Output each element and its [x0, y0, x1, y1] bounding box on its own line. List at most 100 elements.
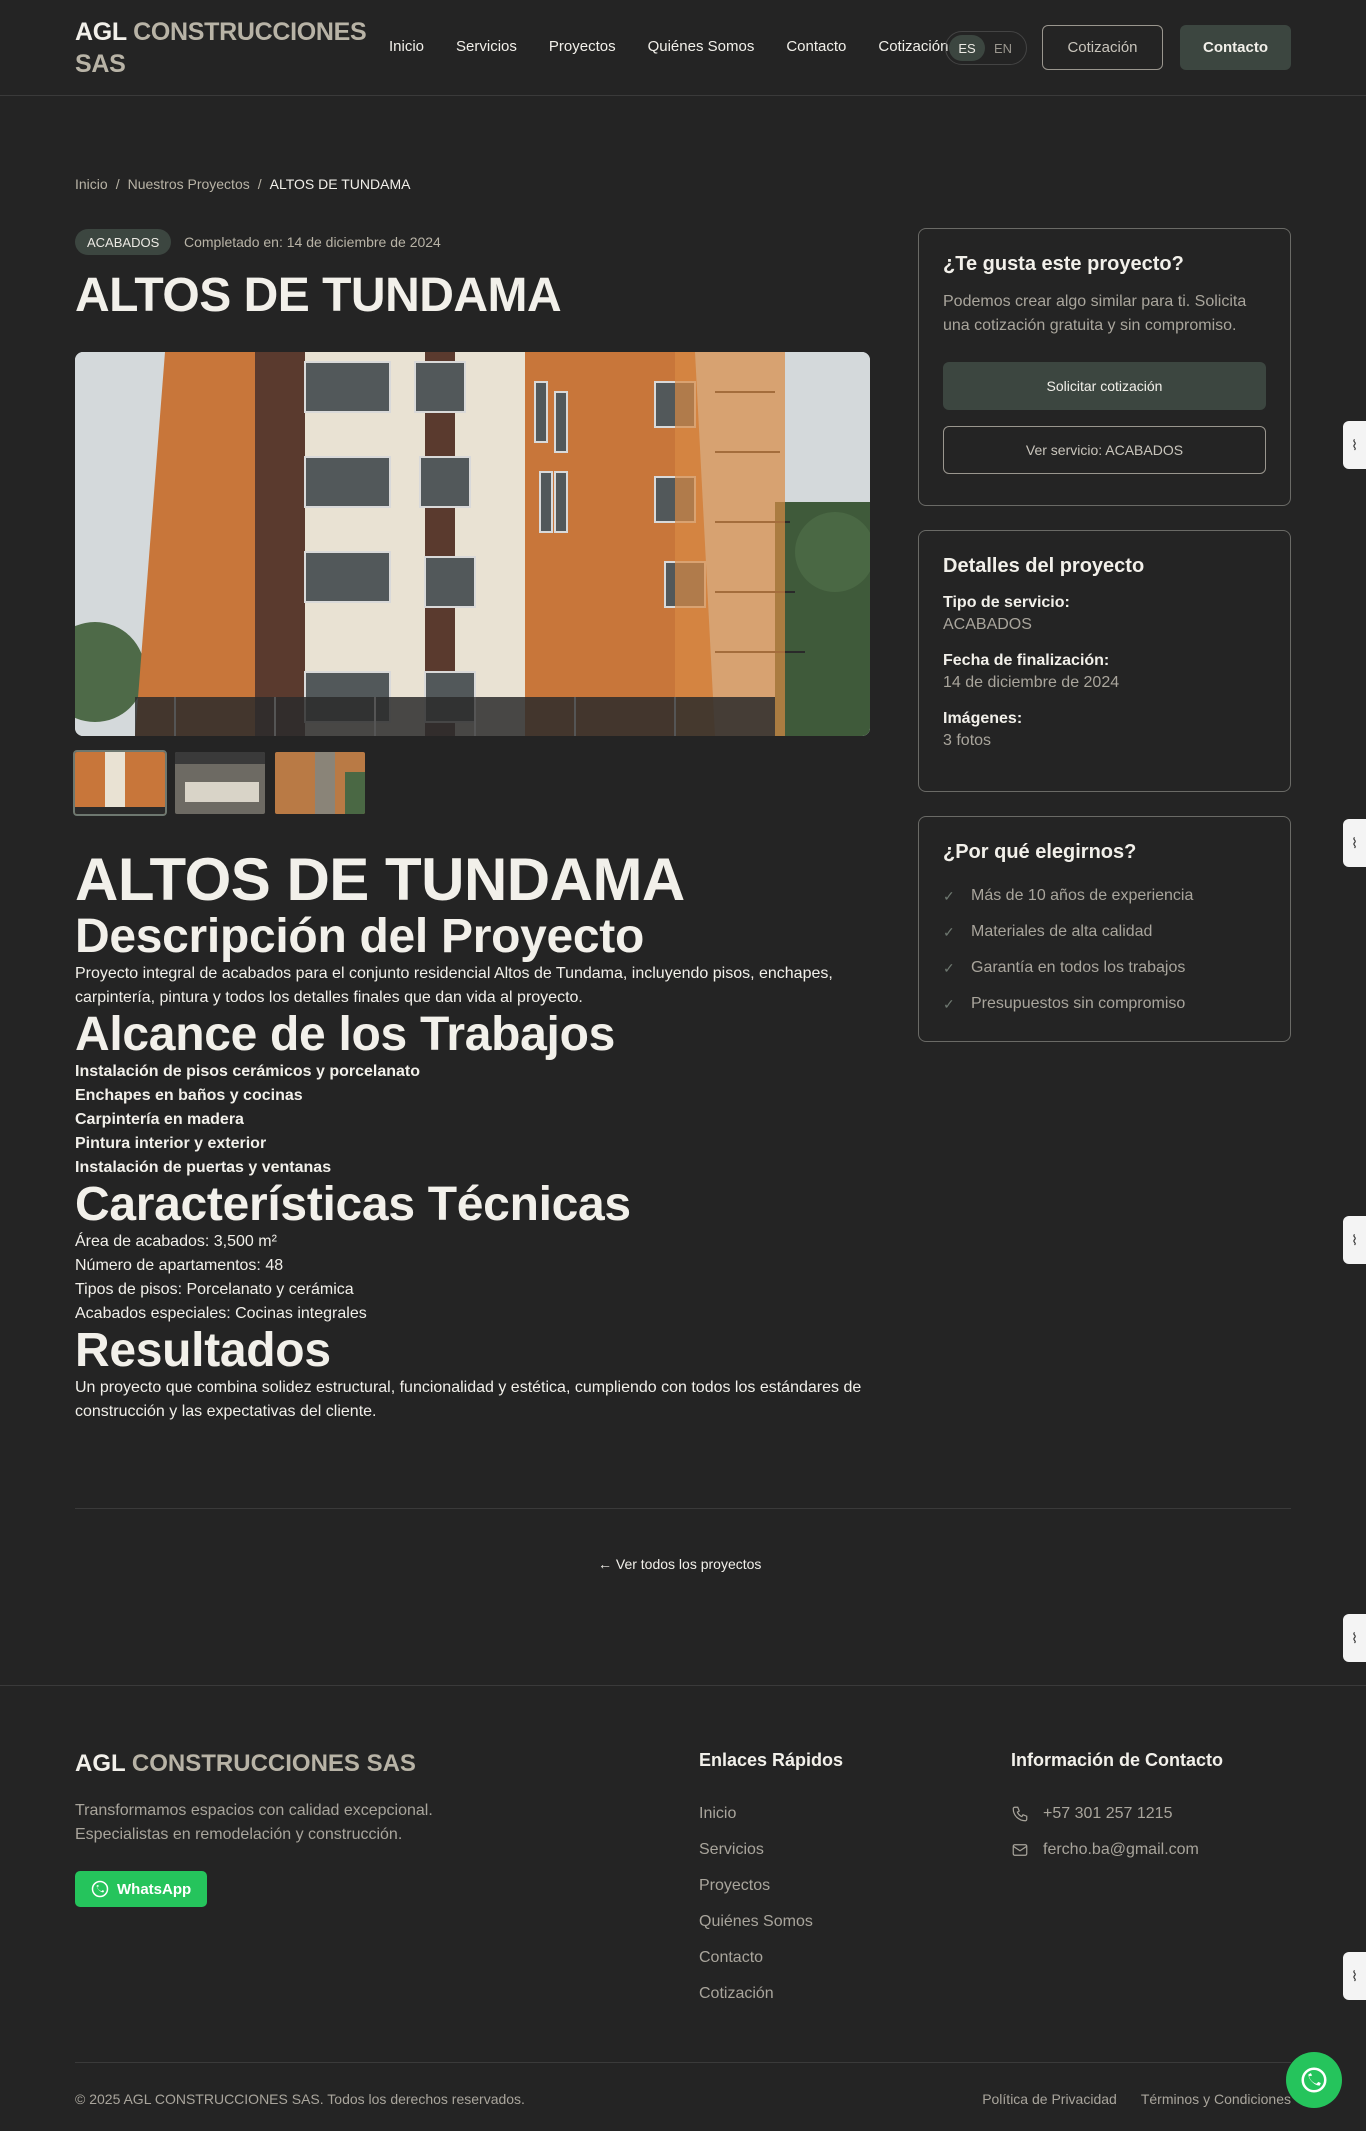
lang-es-button[interactable]: ES	[949, 35, 985, 61]
side-widget-icon[interactable]: ⌇	[1343, 819, 1366, 867]
footer-brand: AGL CONSTRUCCIONES SAS	[75, 1750, 416, 1778]
why-us-title: ¿Por qué elegirnos?	[943, 841, 1137, 863]
back-to-projects-link[interactable]: ← Ver todos los proyectos	[598, 1556, 761, 1572]
cta-card-title: ¿Te gusta este proyecto?	[943, 253, 1184, 275]
tech-item: Área de acabados: 3,500 m²	[75, 1233, 277, 1250]
footer-link-proyectos[interactable]: Proyectos	[699, 1868, 813, 1904]
footer-brand-secondary: CONSTRUCCIONES SAS	[131, 1750, 416, 1777]
images-count: 3 fotos	[943, 732, 992, 749]
why-item-label: Presupuestos sin compromiso	[971, 995, 1186, 1012]
breadcrumb-separator: /	[257, 176, 262, 192]
nav-link-contacto[interactable]: Contacto	[786, 38, 846, 55]
why-item: ✓ Garantía en todos los trabajos	[943, 950, 1266, 986]
brand-name-primary: AGL	[75, 18, 127, 46]
quick-links-title: Enlaces Rápidos	[699, 1750, 844, 1770]
check-icon: ✓	[943, 888, 955, 904]
project-content: ALTOS DE TUNDAMA Descripción del Proyect…	[75, 848, 875, 1424]
breadcrumb-current: ALTOS DE TUNDAMA	[269, 176, 411, 192]
whatsapp-button[interactable]: WhatsApp	[75, 1871, 208, 1907]
content-title: ALTOS DE TUNDAMA	[75, 846, 685, 913]
nav-link-cotizacion[interactable]: Cotización	[878, 38, 948, 55]
copyright: © 2025 AGL CONSTRUCCIONES SAS. Todos los…	[75, 2091, 525, 2107]
nav-link-proyectos[interactable]: Proyectos	[549, 38, 616, 55]
footer-brand-primary: AGL	[75, 1750, 126, 1777]
side-widget-icon[interactable]: ⌇	[1343, 1614, 1366, 1662]
phone-icon	[1012, 1806, 1028, 1822]
footer-tagline: Transformamos espacios con calidad excep…	[75, 1802, 433, 1843]
footer: AGL CONSTRUCCIONES SAS Transformamos esp…	[0, 1685, 1366, 2131]
cta-card-text: Podemos crear algo similar para ti. Soli…	[943, 293, 1247, 334]
page-title: ALTOS DE TUNDAMA	[75, 269, 562, 322]
whatsapp-label: WhatsApp	[117, 1880, 192, 1898]
footer-link-quienes-somos[interactable]: Quiénes Somos	[699, 1904, 813, 1940]
why-item: ✓ Materiales de alta calidad	[943, 914, 1266, 950]
language-switcher: ES EN	[945, 31, 1027, 65]
lang-en-button[interactable]: EN	[985, 35, 1021, 61]
footer-link-contacto[interactable]: Contacto	[699, 1940, 813, 1976]
scope-item: Carpintería en madera	[75, 1111, 244, 1128]
tech-item: Tipos de pisos: Porcelanato y cerámica	[75, 1281, 354, 1298]
privacy-policy-link[interactable]: Política de Privacidad	[982, 2091, 1117, 2107]
nav-links: Inicio Servicios Proyectos Quiénes Somos…	[389, 38, 980, 55]
breadcrumb: Inicio / Nuestros Proyectos / ALTOS DE T…	[75, 176, 410, 192]
completion-date: Completado en: 14 de diciembre de 2024	[184, 234, 441, 250]
project-main-image[interactable]	[75, 352, 870, 736]
images-label: Imágenes:	[943, 710, 1023, 727]
why-item: ✓ Más de 10 años de experiencia	[943, 878, 1266, 914]
footer-phone[interactable]: +57 301 257 1215	[1011, 1796, 1199, 1832]
footer-divider	[75, 2062, 1291, 2063]
scope-item: Instalación de puertas y ventanas	[75, 1159, 332, 1176]
request-quote-button[interactable]: Solicitar cotización	[943, 362, 1266, 410]
thumbnail-2[interactable]	[173, 750, 267, 816]
building-photo	[75, 352, 870, 736]
why-item-label: Más de 10 años de experiencia	[971, 887, 1194, 904]
footer-contact: +57 301 257 1215 fercho.ba@gmail.com	[1011, 1796, 1199, 1868]
scope-item: Pintura interior y exterior	[75, 1135, 267, 1152]
tech-item: Acabados especiales: Cocinas integrales	[75, 1305, 367, 1322]
footer-email[interactable]: fercho.ba@gmail.com	[1011, 1832, 1199, 1868]
whatsapp-floating-button[interactable]	[1286, 2052, 1342, 2108]
side-widget-icon[interactable]: ⌇	[1343, 1216, 1366, 1264]
breadcrumb-projects[interactable]: Nuestros Proyectos	[128, 176, 250, 192]
email-address: fercho.ba@gmail.com	[1043, 1841, 1199, 1858]
contact-info-title: Información de Contacto	[1011, 1750, 1224, 1770]
service-type-value: ACABADOS	[943, 616, 1032, 633]
brand-logo[interactable]: AGL CONSTRUCCIONES SAS	[75, 16, 375, 80]
details-card-title: Detalles del proyecto	[943, 555, 1145, 577]
why-us-card: ¿Por qué elegirnos? ✓ Más de 10 años de e…	[918, 816, 1291, 1042]
completion-date-value: 14 de diciembre de 2024	[943, 674, 1120, 691]
service-type-label: Tipo de servicio:	[943, 594, 1070, 611]
thumbnail-3[interactable]	[273, 750, 367, 816]
nav-link-servicios[interactable]: Servicios	[456, 38, 517, 55]
footer-link-cotizacion[interactable]: Cotización	[699, 1976, 813, 2012]
breadcrumb-home[interactable]: Inicio	[75, 176, 108, 192]
view-service-button[interactable]: Ver servicio: ACABADOS	[943, 426, 1266, 474]
footer-links: Inicio Servicios Proyectos Quiénes Somos…	[699, 1796, 813, 2012]
description-heading: Descripción del Proyecto	[75, 910, 644, 963]
check-icon: ✓	[943, 960, 955, 976]
side-widget-icon[interactable]: ⌇	[1343, 421, 1366, 469]
whatsapp-icon	[91, 1880, 109, 1898]
details-card: Detalles del proyecto Tipo de servicio: …	[918, 530, 1291, 792]
mail-icon	[1012, 1844, 1028, 1856]
terms-link[interactable]: Términos y Condiciones	[1141, 2091, 1291, 2107]
tech-heading: Características Técnicas	[75, 1178, 631, 1231]
whatsapp-icon	[1301, 2067, 1327, 2093]
footer-link-inicio[interactable]: Inicio	[699, 1796, 813, 1832]
thumbnail-1[interactable]	[73, 750, 167, 816]
contact-button[interactable]: Contacto	[1180, 25, 1291, 70]
nav-link-quienes-somos[interactable]: Quiénes Somos	[648, 38, 755, 55]
scope-item: Enchapes en baños y cocinas	[75, 1087, 303, 1104]
tech-item: Número de apartamentos: 48	[75, 1257, 284, 1274]
scope-item: Instalación de pisos cerámicos y porcela…	[75, 1063, 421, 1080]
top-navbar: AGL CONSTRUCCIONES SAS Inicio Servicios …	[0, 0, 1366, 96]
scope-heading: Alcance de los Trabajos	[75, 1008, 615, 1061]
why-item: ✓ Presupuestos sin compromiso	[943, 986, 1266, 1022]
check-icon: ✓	[943, 924, 955, 940]
footer-link-servicios[interactable]: Servicios	[699, 1832, 813, 1868]
legal-links: Política de Privacidad Términos y Condic…	[982, 2091, 1291, 2107]
image-thumbnails	[73, 750, 367, 816]
nav-link-inicio[interactable]: Inicio	[389, 38, 424, 55]
check-icon: ✓	[943, 996, 955, 1012]
quote-button[interactable]: Cotización	[1042, 25, 1163, 70]
